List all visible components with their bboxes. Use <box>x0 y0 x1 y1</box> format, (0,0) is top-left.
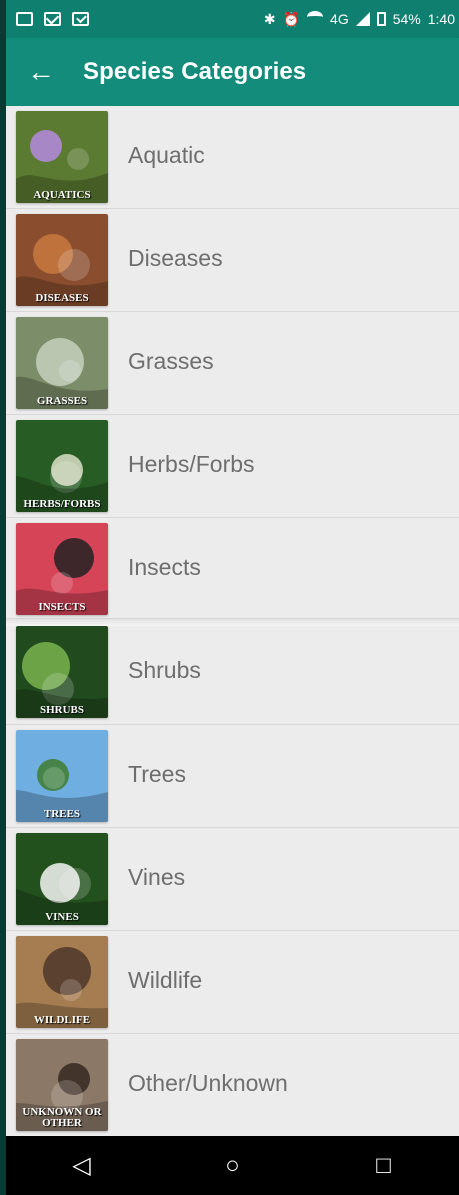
category-thumbnail: WILDLIFE <box>16 936 108 1028</box>
alarm-icon: ⏰ <box>282 10 301 27</box>
status-bar: ✱ ⏰ 4G 54% 1:40 <box>6 0 459 38</box>
category-label: Wildlife <box>128 967 203 993</box>
phone-screen: ✱ ⏰ 4G 54% 1:40 ← Species Categories AQU… <box>6 0 459 1195</box>
thumbnail-caption: DISEASES <box>35 292 89 304</box>
category-row-shrubs[interactable]: SHRUBS Shrubs <box>6 621 459 725</box>
clock: 1:40 <box>427 11 455 27</box>
thumbnail-caption: GRASSES <box>36 395 88 407</box>
mail-icon <box>44 12 61 26</box>
category-thumbnail: VINES <box>16 833 108 925</box>
back-arrow-icon: ← <box>27 56 55 87</box>
category-row-grasses[interactable]: GRASSES Grasses <box>6 312 459 415</box>
category-thumbnail: UNKNOWN OR OTHER <box>16 1039 108 1131</box>
signal-icon <box>355 12 370 26</box>
system-status: ✱ ⏰ 4G 54% 1:40 <box>264 11 455 28</box>
thumbnail-caption: WILDLIFE <box>33 1014 91 1026</box>
back-nav-button[interactable]: ◁ <box>52 1141 112 1191</box>
home-circle-icon: ○ <box>225 1151 240 1179</box>
network-label: 4G <box>330 11 349 27</box>
image-icon <box>16 12 33 26</box>
check-icon <box>72 12 89 26</box>
thumbnail-caption: AQUATICS <box>33 189 91 201</box>
back-triangle-icon: ◁ <box>72 1152 91 1179</box>
thumbnail-caption: VINES <box>45 911 79 923</box>
category-thumbnail: SHRUBS <box>16 626 108 718</box>
category-label: Other/Unknown <box>128 1070 288 1096</box>
android-navigation-bar: ◁ ○ □ <box>6 1136 459 1195</box>
category-thumbnail: AQUATICS <box>16 111 108 203</box>
category-thumbnail: HERBS/FORBS <box>16 420 108 512</box>
back-button[interactable]: ← <box>6 38 76 106</box>
wifi-icon <box>307 11 324 23</box>
category-row-vines[interactable]: VINES Vines <box>6 828 459 931</box>
category-thumbnail: INSECTS <box>16 523 108 615</box>
category-row-herbs-forbs[interactable]: HERBS/FORBS Herbs/Forbs <box>6 415 459 518</box>
category-label: Insects <box>128 554 201 580</box>
category-label: Vines <box>128 864 186 890</box>
category-row-other-unknown[interactable]: UNKNOWN OR OTHER Other/Unknown <box>6 1034 459 1136</box>
notification-icons <box>16 12 89 26</box>
recent-square-icon: □ <box>376 1151 391 1179</box>
battery-level: 54% <box>392 11 421 27</box>
category-label: Shrubs <box>128 657 201 683</box>
category-row-wildlife[interactable]: WILDLIFE Wildlife <box>6 931 459 1034</box>
category-label: Grasses <box>128 348 214 374</box>
category-thumbnail: TREES <box>16 730 108 822</box>
thumbnail-caption: HERBS/FORBS <box>23 498 101 510</box>
home-nav-button[interactable]: ○ <box>203 1141 263 1191</box>
thumbnail-caption: UNKNOWN OR OTHER <box>22 1106 102 1129</box>
category-label: Diseases <box>128 245 223 271</box>
category-label: Aquatic <box>128 142 205 168</box>
page-title: Species Categories <box>83 58 307 85</box>
list-scroll-divider <box>6 618 459 626</box>
thumbnail-caption: SHRUBS <box>39 704 85 716</box>
category-label: Herbs/Forbs <box>128 451 255 477</box>
category-row-insects[interactable]: INSECTS Insects <box>6 518 459 621</box>
category-thumbnail: GRASSES <box>16 317 108 409</box>
bluetooth-icon: ✱ <box>263 10 276 27</box>
app-bar: ← Species Categories <box>6 38 459 106</box>
category-row-diseases[interactable]: DISEASES Diseases <box>6 209 459 312</box>
thumbnail-caption: INSECTS <box>38 601 86 613</box>
battery-icon <box>376 12 386 26</box>
category-row-aquatic[interactable]: AQUATICS Aquatic <box>6 106 459 209</box>
category-thumbnail: DISEASES <box>16 214 108 306</box>
category-row-trees[interactable]: TREES Trees <box>6 725 459 828</box>
thumbnail-caption: TREES <box>43 808 81 820</box>
recent-apps-button[interactable]: □ <box>354 1141 414 1191</box>
category-label: Trees <box>128 761 186 787</box>
